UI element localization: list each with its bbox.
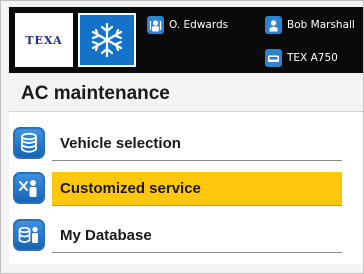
logo-text: TEXA — [25, 33, 63, 47]
device-name: TEX A750 — [287, 52, 338, 64]
person-database-icon — [13, 219, 45, 251]
menu-label: Vehicle selection — [60, 135, 181, 152]
page-title: AC maintenance — [21, 83, 170, 104]
menu-label: My Database — [60, 227, 152, 244]
menu-item-my-database[interactable]: My Database — [13, 217, 343, 253]
header-bar: TEXA O. Edwards Bob Marshall TEX A750 — [9, 7, 363, 73]
technician-info: O. Edwards — [147, 16, 228, 34]
vehicle-selection-label-box: Vehicle selection — [52, 127, 342, 161]
user-info: Bob Marshall — [265, 16, 355, 34]
database-icon — [13, 127, 45, 159]
menu-item-vehicle-selection[interactable]: Vehicle selection — [13, 125, 343, 161]
snowflake-icon — [91, 22, 123, 58]
app-frame: TEXA O. Edwards Bob Marshall TEX A750 AC… — [0, 0, 364, 274]
texa-logo: TEXA — [15, 13, 73, 67]
technician-name: O. Edwards — [169, 19, 229, 31]
user-name: Bob Marshall — [287, 19, 355, 31]
device-info: TEX A750 — [265, 49, 338, 67]
customized-service-label-box: Customized service — [52, 172, 342, 206]
menu-item-customized-service[interactable]: Customized service — [13, 170, 343, 206]
my-database-label-box: My Database — [52, 219, 342, 253]
user-icon — [265, 16, 282, 34]
tools-person-icon — [13, 172, 45, 204]
device-icon — [265, 49, 282, 67]
technician-icon — [147, 16, 164, 34]
ac-mode-button[interactable] — [78, 13, 136, 67]
menu-label: Customized service — [60, 180, 201, 197]
